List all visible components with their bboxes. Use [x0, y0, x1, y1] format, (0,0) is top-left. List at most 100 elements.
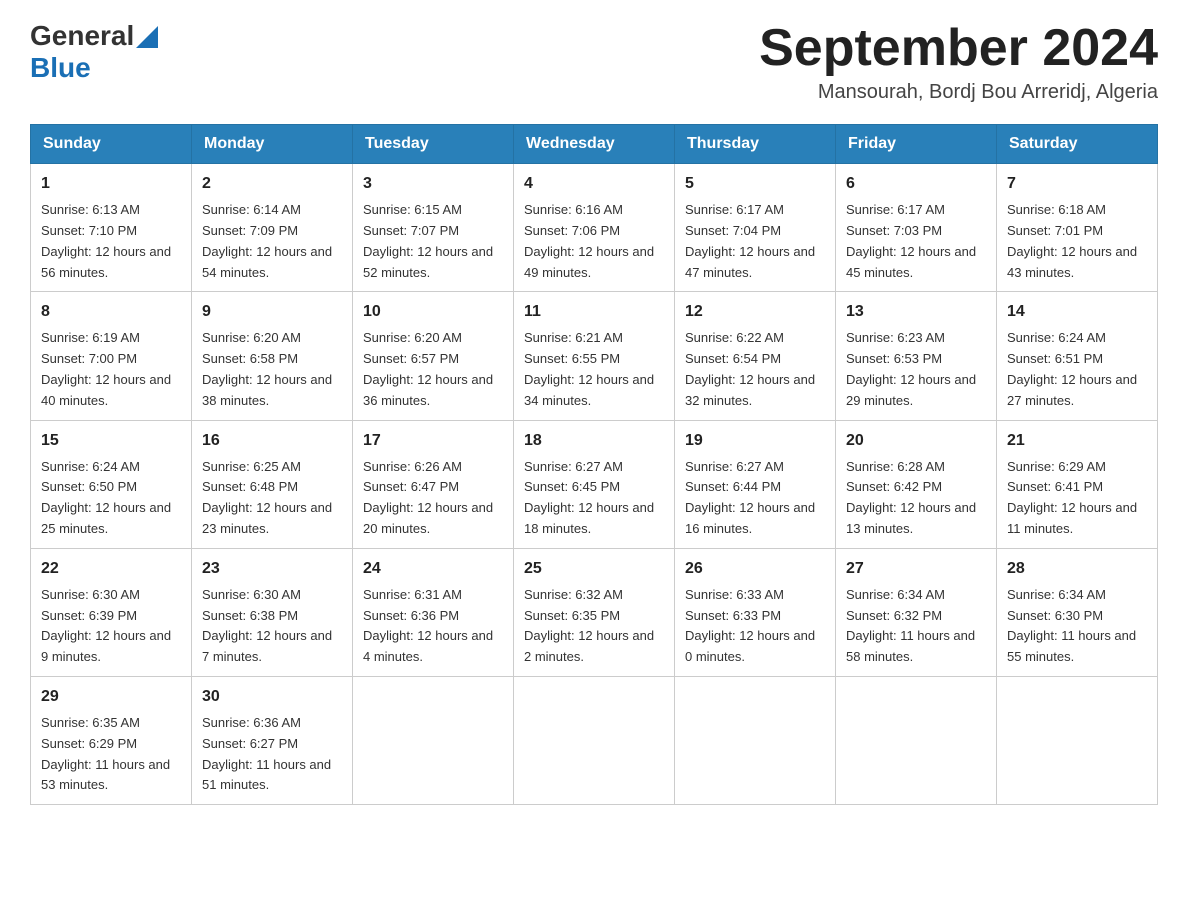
- week-row-1: 1Sunrise: 6:13 AMSunset: 7:10 PMDaylight…: [31, 164, 1158, 292]
- day-number: 25: [524, 557, 664, 581]
- day-info: Sunrise: 6:33 AMSunset: 6:33 PMDaylight:…: [685, 585, 825, 668]
- week-row-5: 29Sunrise: 6:35 AMSunset: 6:29 PMDayligh…: [31, 676, 1158, 804]
- logo-triangle-icon: [136, 26, 158, 48]
- day-number: 26: [685, 557, 825, 581]
- day-info: Sunrise: 6:20 AMSunset: 6:57 PMDaylight:…: [363, 328, 503, 411]
- day-cell: 25 Sunrise: 6:32 AMSunset: 6:35 PMDayligh…: [514, 548, 675, 676]
- day-cell: 16Sunrise: 6:25 AMSunset: 6:48 PMDayligh…: [192, 420, 353, 548]
- day-number: 23: [202, 557, 342, 581]
- header-sunday: Sunday: [31, 125, 192, 164]
- day-cell: 7 Sunrise: 6:18 AMSunset: 7:01 PMDaylight…: [997, 164, 1158, 292]
- day-cell: 22 Sunrise: 6:30 AMSunset: 6:39 PMDayligh…: [31, 548, 192, 676]
- day-cell: 28Sunrise: 6:34 AMSunset: 6:30 PMDayligh…: [997, 548, 1158, 676]
- day-info: Sunrise: 6:30 AMSunset: 6:39 PMDaylight:…: [41, 585, 181, 668]
- day-info: Sunrise: 6:13 AMSunset: 7:10 PMDaylight:…: [41, 200, 181, 283]
- location-subtitle: Mansourah, Bordj Bou Arreridj, Algeria: [759, 81, 1158, 104]
- day-cell: 29Sunrise: 6:35 AMSunset: 6:29 PMDayligh…: [31, 676, 192, 804]
- day-info: Sunrise: 6:34 AMSunset: 6:32 PMDaylight:…: [846, 585, 986, 668]
- day-cell: 19Sunrise: 6:27 AMSunset: 6:44 PMDayligh…: [675, 420, 836, 548]
- day-info: Sunrise: 6:19 AMSunset: 7:00 PMDaylight:…: [41, 328, 181, 411]
- day-number: 2: [202, 172, 342, 196]
- day-number: 27: [846, 557, 986, 581]
- header-wednesday: Wednesday: [514, 125, 675, 164]
- day-info: Sunrise: 6:21 AMSunset: 6:55 PMDaylight:…: [524, 328, 664, 411]
- day-cell: 3 Sunrise: 6:15 AMSunset: 7:07 PMDaylight…: [353, 164, 514, 292]
- day-number: 29: [41, 685, 181, 709]
- day-info: Sunrise: 6:27 AMSunset: 6:45 PMDaylight:…: [524, 457, 664, 540]
- page-header: General Blue September 2024 Mansourah, B…: [30, 20, 1158, 104]
- day-cell: 12Sunrise: 6:22 AMSunset: 6:54 PMDayligh…: [675, 292, 836, 420]
- day-cell: 6 Sunrise: 6:17 AMSunset: 7:03 PMDaylight…: [836, 164, 997, 292]
- day-number: 30: [202, 685, 342, 709]
- day-cell: 21 Sunrise: 6:29 AMSunset: 6:41 PMDayligh…: [997, 420, 1158, 548]
- day-cell: [675, 676, 836, 804]
- week-row-3: 15 Sunrise: 6:24 AMSunset: 6:50 PMDayligh…: [31, 420, 1158, 548]
- day-cell: 5 Sunrise: 6:17 AMSunset: 7:04 PMDaylight…: [675, 164, 836, 292]
- day-cell: 11 Sunrise: 6:21 AMSunset: 6:55 PMDayligh…: [514, 292, 675, 420]
- logo-blue-text: Blue: [30, 52, 91, 83]
- day-info: Sunrise: 6:31 AMSunset: 6:36 PMDaylight:…: [363, 585, 503, 668]
- day-cell: 9Sunrise: 6:20 AMSunset: 6:58 PMDaylight…: [192, 292, 353, 420]
- day-cell: [514, 676, 675, 804]
- day-cell: [836, 676, 997, 804]
- day-info: Sunrise: 6:24 AMSunset: 6:50 PMDaylight:…: [41, 457, 181, 540]
- day-number: 6: [846, 172, 986, 196]
- header-tuesday: Tuesday: [353, 125, 514, 164]
- day-cell: 1Sunrise: 6:13 AMSunset: 7:10 PMDaylight…: [31, 164, 192, 292]
- day-info: Sunrise: 6:23 AMSunset: 6:53 PMDaylight:…: [846, 328, 986, 411]
- day-info: Sunrise: 6:30 AMSunset: 6:38 PMDaylight:…: [202, 585, 342, 668]
- day-cell: 2 Sunrise: 6:14 AMSunset: 7:09 PMDaylight…: [192, 164, 353, 292]
- day-number: 7: [1007, 172, 1147, 196]
- day-cell: 15 Sunrise: 6:24 AMSunset: 6:50 PMDayligh…: [31, 420, 192, 548]
- day-info: Sunrise: 6:24 AMSunset: 6:51 PMDaylight:…: [1007, 328, 1147, 411]
- day-number: 15: [41, 429, 181, 453]
- day-number: 21: [1007, 429, 1147, 453]
- day-info: Sunrise: 6:17 AMSunset: 7:04 PMDaylight:…: [685, 200, 825, 283]
- day-info: Sunrise: 6:17 AMSunset: 7:03 PMDaylight:…: [846, 200, 986, 283]
- day-info: Sunrise: 6:18 AMSunset: 7:01 PMDaylight:…: [1007, 200, 1147, 283]
- day-info: Sunrise: 6:15 AMSunset: 7:07 PMDaylight:…: [363, 200, 503, 283]
- day-cell: [997, 676, 1158, 804]
- day-number: 22: [41, 557, 181, 581]
- day-cell: 23 Sunrise: 6:30 AMSunset: 6:38 PMDayligh…: [192, 548, 353, 676]
- weekday-header-row: SundayMondayTuesdayWednesdayThursdayFrid…: [31, 125, 1158, 164]
- day-cell: 30 Sunrise: 6:36 AMSunset: 6:27 PMDayligh…: [192, 676, 353, 804]
- day-number: 3: [363, 172, 503, 196]
- day-cell: 26 Sunrise: 6:33 AMSunset: 6:33 PMDayligh…: [675, 548, 836, 676]
- day-number: 12: [685, 300, 825, 324]
- day-info: Sunrise: 6:36 AMSunset: 6:27 PMDaylight:…: [202, 713, 342, 796]
- day-number: 8: [41, 300, 181, 324]
- day-cell: 10 Sunrise: 6:20 AMSunset: 6:57 PMDayligh…: [353, 292, 514, 420]
- day-info: Sunrise: 6:28 AMSunset: 6:42 PMDaylight:…: [846, 457, 986, 540]
- header-friday: Friday: [836, 125, 997, 164]
- day-number: 13: [846, 300, 986, 324]
- day-number: 24: [363, 557, 503, 581]
- day-cell: [353, 676, 514, 804]
- day-cell: 14 Sunrise: 6:24 AMSunset: 6:51 PMDayligh…: [997, 292, 1158, 420]
- day-cell: 18 Sunrise: 6:27 AMSunset: 6:45 PMDayligh…: [514, 420, 675, 548]
- day-number: 11: [524, 300, 664, 324]
- day-number: 16: [202, 429, 342, 453]
- day-cell: 13 Sunrise: 6:23 AMSunset: 6:53 PMDayligh…: [836, 292, 997, 420]
- header-thursday: Thursday: [675, 125, 836, 164]
- day-info: Sunrise: 6:32 AMSunset: 6:35 PMDaylight:…: [524, 585, 664, 668]
- week-row-2: 8 Sunrise: 6:19 AMSunset: 7:00 PMDaylight…: [31, 292, 1158, 420]
- logo-general-text: General: [30, 20, 134, 52]
- day-number: 14: [1007, 300, 1147, 324]
- day-info: Sunrise: 6:29 AMSunset: 6:41 PMDaylight:…: [1007, 457, 1147, 540]
- day-number: 10: [363, 300, 503, 324]
- day-cell: 8 Sunrise: 6:19 AMSunset: 7:00 PMDaylight…: [31, 292, 192, 420]
- day-number: 17: [363, 429, 503, 453]
- day-number: 5: [685, 172, 825, 196]
- day-number: 20: [846, 429, 986, 453]
- header-monday: Monday: [192, 125, 353, 164]
- day-info: Sunrise: 6:16 AMSunset: 7:06 PMDaylight:…: [524, 200, 664, 283]
- day-number: 18: [524, 429, 664, 453]
- day-info: Sunrise: 6:14 AMSunset: 7:09 PMDaylight:…: [202, 200, 342, 283]
- day-cell: 17 Sunrise: 6:26 AMSunset: 6:47 PMDayligh…: [353, 420, 514, 548]
- day-cell: 20 Sunrise: 6:28 AMSunset: 6:42 PMDayligh…: [836, 420, 997, 548]
- day-info: Sunrise: 6:34 AMSunset: 6:30 PMDaylight:…: [1007, 585, 1147, 668]
- week-row-4: 22 Sunrise: 6:30 AMSunset: 6:39 PMDayligh…: [31, 548, 1158, 676]
- day-info: Sunrise: 6:26 AMSunset: 6:47 PMDaylight:…: [363, 457, 503, 540]
- day-info: Sunrise: 6:20 AMSunset: 6:58 PMDaylight:…: [202, 328, 342, 411]
